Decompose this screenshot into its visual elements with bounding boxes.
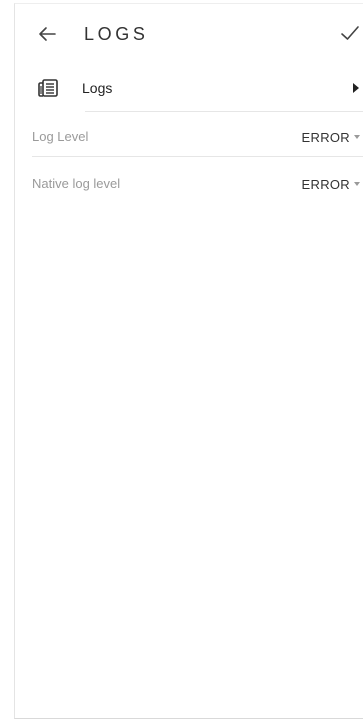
caret-down-icon: [354, 135, 360, 139]
page-title: LOGS: [84, 24, 149, 44]
back-button[interactable]: [35, 22, 59, 46]
divider: [32, 156, 363, 157]
native-log-level-dropdown[interactable]: ERROR: [302, 173, 360, 195]
native-log-level-value: ERROR: [301, 176, 350, 192]
newspaper-icon: [38, 79, 58, 97]
top-bar: LOGS: [15, 4, 363, 62]
log-level-dropdown[interactable]: ERROR: [302, 126, 360, 148]
caret-down-icon: [354, 182, 360, 186]
checkmark-icon: [341, 26, 359, 40]
log-level-label: Log Level: [32, 129, 89, 144]
play-triangle-icon: [353, 83, 359, 93]
confirm-button[interactable]: [338, 21, 362, 45]
setting-row-log-level: Log Level ERROR: [15, 117, 363, 157]
app-window: LOGS Logs Log Level ERROR Native log lev…: [14, 3, 363, 719]
setting-row-native-log-level: Native log level ERROR: [15, 164, 363, 204]
logs-menu-item[interactable]: Logs: [15, 66, 363, 110]
divider: [85, 111, 363, 112]
arrow-left-icon: [39, 27, 56, 41]
logs-menu-label: Logs: [82, 80, 113, 96]
log-level-value: ERROR: [301, 129, 350, 145]
native-log-level-label: Native log level: [32, 176, 121, 191]
